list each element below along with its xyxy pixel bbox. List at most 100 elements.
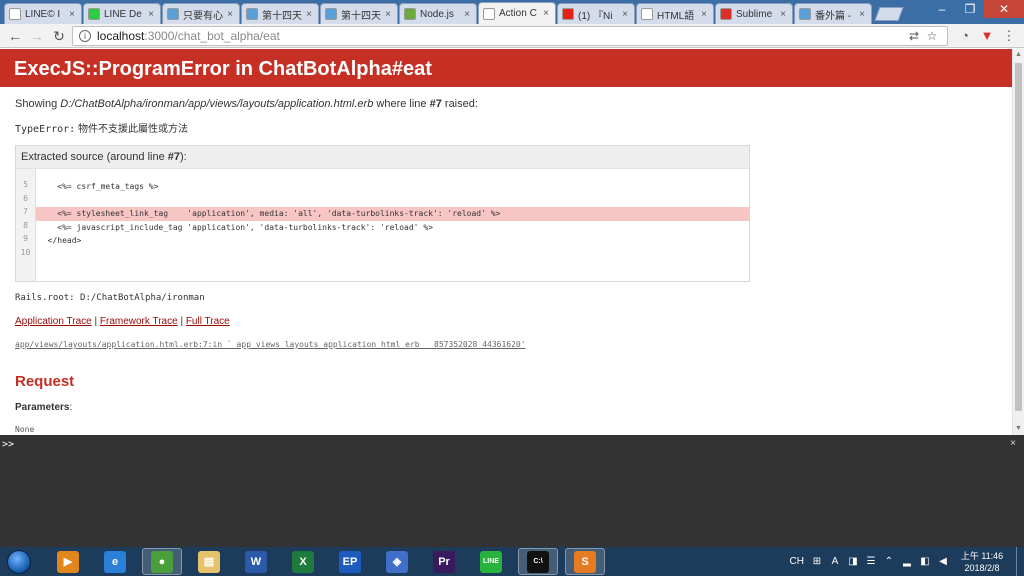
- tab-close-icon[interactable]: ×: [146, 9, 156, 20]
- browser-tab[interactable]: 只要有心 ×: [162, 3, 240, 24]
- tab-close-icon[interactable]: ×: [857, 9, 867, 20]
- url-path: :3000/chat_bot_alpha/eat: [144, 28, 280, 43]
- input-mode-icon[interactable]: ◨: [846, 555, 860, 569]
- tab-close-icon[interactable]: ×: [383, 9, 393, 20]
- tab-favicon-icon: [483, 7, 495, 20]
- browser-tab[interactable]: 第十四天 ×: [320, 3, 398, 24]
- line-number: 10: [20, 247, 31, 257]
- trace-separator: |: [91, 316, 100, 327]
- tab-close-icon[interactable]: ×: [67, 9, 77, 20]
- volume-icon[interactable]: ◀: [936, 555, 950, 569]
- tab-close-icon[interactable]: ×: [541, 8, 551, 19]
- maximize-icon[interactable]: ❐: [956, 0, 984, 18]
- word-icon: W: [245, 550, 267, 573]
- showing-middle: where line: [373, 98, 430, 110]
- font-size-icon[interactable]: A: [828, 555, 842, 569]
- speedometer-extension-icon[interactable]: ◔: [954, 26, 976, 46]
- trace-separator: |: [177, 316, 186, 327]
- console-close-icon[interactable]: ×: [1010, 438, 1016, 449]
- browser-tab[interactable]: LINE© I ×: [4, 3, 82, 24]
- power-icon[interactable]: ◧: [918, 555, 932, 569]
- taskbar-app-chrome[interactable]: ●: [142, 548, 182, 575]
- minimize-icon[interactable]: –: [928, 0, 956, 18]
- code-line: <%= csrf_meta_tags %>: [38, 182, 159, 191]
- tab-close-icon[interactable]: ×: [225, 9, 235, 20]
- tab-close-icon[interactable]: ×: [699, 9, 709, 20]
- parameters-label-text: Parameters: [15, 402, 70, 413]
- browser-tab[interactable]: (1) 『Ni ×: [557, 3, 635, 24]
- error-text: 物件不支援此屬性或方法: [75, 124, 188, 135]
- media-player-icon: ▶: [57, 550, 79, 573]
- back-arrow-icon[interactable]: ←: [4, 26, 26, 46]
- window-close-icon[interactable]: ✕: [984, 0, 1024, 18]
- taskbar-app-command-prompt[interactable]: C:\: [518, 548, 558, 575]
- menu-kebab-icon[interactable]: ⋮: [998, 26, 1020, 46]
- tab-favicon-icon: [88, 8, 100, 20]
- taskbar-app-file-explorer[interactable]: ▤: [189, 548, 229, 575]
- url-host: localhost: [97, 28, 145, 43]
- clock[interactable]: 上午 11:46 2018/2/8: [954, 550, 1010, 574]
- scroll-up-arrow-icon[interactable]: ▲: [1013, 49, 1024, 61]
- address-bar[interactable]: i localhost:3000/chat_bot_alpha/eat ⇄ ☆: [72, 25, 948, 46]
- taskbar-app-diamond-app[interactable]: ◈: [377, 548, 417, 575]
- tray-settings-icon[interactable]: ☰: [864, 555, 878, 569]
- taskbar-app-word[interactable]: W: [236, 548, 276, 575]
- tab-favicon-icon: [9, 8, 21, 20]
- vertical-scrollbar[interactable]: ▲ ▼: [1012, 49, 1024, 435]
- shield-extension-icon[interactable]: ▼: [976, 26, 998, 46]
- line-number: 9: [23, 234, 28, 243]
- tab-close-icon[interactable]: ×: [462, 9, 472, 20]
- tab-label: HTML語: [657, 10, 695, 22]
- taskbar-app-sublime-text[interactable]: S: [565, 548, 605, 575]
- scroll-down-arrow-icon[interactable]: ▼: [1013, 423, 1024, 435]
- tab-favicon-icon: [246, 8, 258, 20]
- command-prompt-icon: C:\: [527, 550, 549, 573]
- taskbar-app-internet-explorer[interactable]: e: [95, 548, 135, 575]
- taskbar-app-line[interactable]: LINE: [471, 548, 511, 575]
- taskbar-app-media-player[interactable]: ▶: [48, 548, 88, 575]
- reload-icon[interactable]: ↻: [48, 26, 70, 46]
- browser-tab[interactable]: 番外篇 - ×: [794, 3, 872, 24]
- code-line: <%= javascript_include_tag 'application'…: [38, 222, 433, 232]
- browser-tab[interactable]: Node.js ×: [399, 3, 477, 24]
- site-info-icon[interactable]: i: [79, 29, 91, 42]
- highlighted-code-line: <%= stylesheet_link_tag 'application', m…: [36, 207, 749, 221]
- forward-arrow-icon[interactable]: →: [26, 26, 48, 46]
- tab-label: 番外篇 -: [815, 10, 852, 22]
- source-title-prefix: Extracted source (around line: [21, 151, 168, 163]
- full-trace-link[interactable]: Full Trace: [186, 316, 230, 327]
- translate-icon[interactable]: ⇄: [905, 29, 923, 43]
- bookmark-star-icon[interactable]: ☆: [923, 29, 941, 43]
- browser-tab[interactable]: HTML語 ×: [636, 3, 714, 24]
- network-icon[interactable]: ▂: [900, 555, 914, 569]
- rails-root: Rails.root: D:/ChatBotAlpha/ironman: [15, 293, 205, 303]
- start-button[interactable]: [4, 548, 34, 576]
- tray-expand-icon[interactable]: ⌃: [882, 555, 896, 569]
- browser-tab[interactable]: Sublime ×: [715, 3, 793, 24]
- scrollbar-thumb[interactable]: [1015, 63, 1022, 411]
- line-number-gutter: 5 6 7 8 9 10: [16, 169, 36, 281]
- browser-tab[interactable]: LINE De ×: [83, 3, 161, 24]
- taskbar-app-excel[interactable]: X: [283, 548, 323, 575]
- ime-icon[interactable]: ⊞: [810, 555, 824, 569]
- code-lines: <%= csrf_meta_tags %> <%= stylesheet_lin…: [36, 169, 749, 281]
- taskbar-app-premiere[interactable]: Pr: [424, 548, 464, 575]
- taskbar-app-ep-app[interactable]: EP: [330, 548, 370, 575]
- tab-close-icon[interactable]: ×: [304, 9, 314, 20]
- chrome-icon: ●: [151, 550, 173, 573]
- new-tab-button[interactable]: [874, 7, 904, 21]
- trace-frame-link[interactable]: app/views/layouts/application.html.erb:7…: [15, 340, 997, 349]
- language-indicator[interactable]: CH: [790, 556, 804, 567]
- framework-trace-link[interactable]: Framework Trace: [100, 316, 178, 327]
- tab-close-icon[interactable]: ×: [778, 9, 788, 20]
- line-number: 5: [23, 180, 28, 189]
- show-desktop-button[interactable]: [1016, 547, 1024, 576]
- application-trace-link[interactable]: Application Trace: [15, 316, 92, 327]
- console-prompt[interactable]: >>: [2, 439, 14, 450]
- browser-tab[interactable]: 第十四天 ×: [241, 3, 319, 24]
- tab-close-icon[interactable]: ×: [620, 9, 630, 20]
- tab-favicon-icon: [562, 8, 574, 20]
- browser-tab[interactable]: Action C ×: [478, 2, 556, 24]
- web-console[interactable]: >> ×: [0, 435, 1024, 547]
